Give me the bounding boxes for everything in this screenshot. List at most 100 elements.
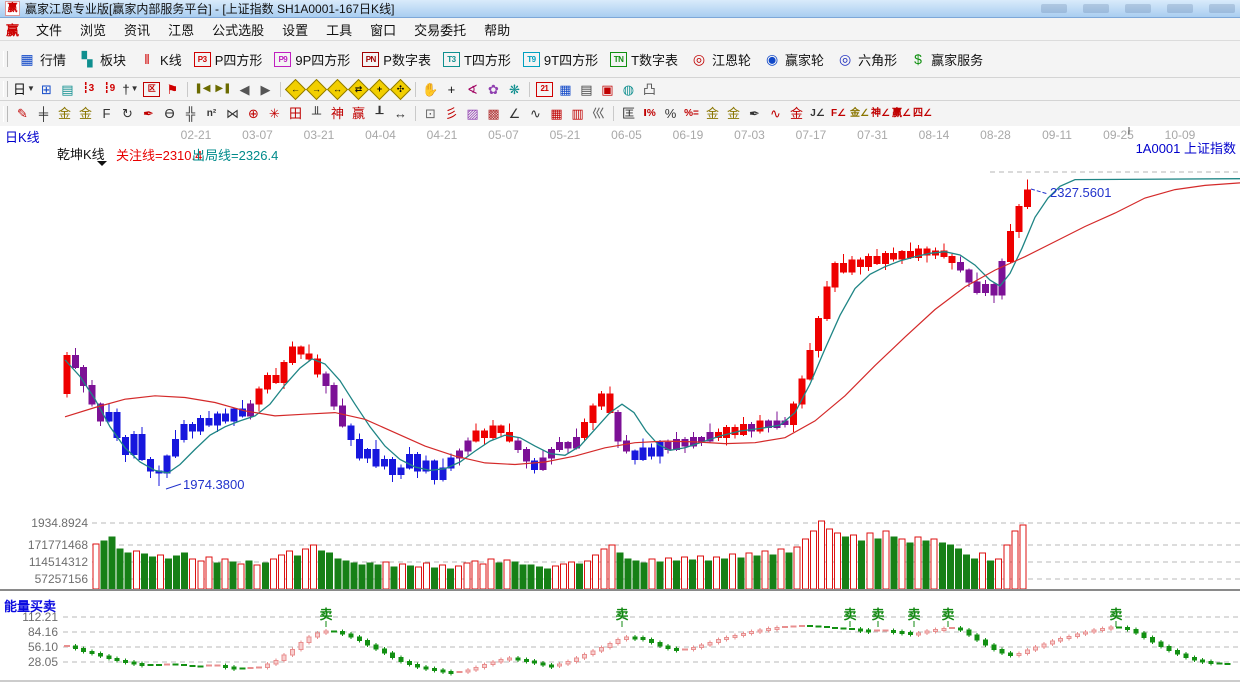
window-layout-icon[interactable]: ⊞ (37, 80, 56, 99)
menu-9[interactable]: 帮助 (475, 20, 519, 39)
quotes-button[interactable]: ▦行情 (12, 41, 72, 77)
winner-service-button[interactable]: $赢家服务 (903, 41, 989, 77)
shift-right-button[interactable]: → (307, 80, 326, 99)
zoom-all-button[interactable]: + (370, 80, 389, 99)
width-tool[interactable]: ↔ (391, 104, 410, 123)
purple-grid-tool[interactable]: ▨ (463, 104, 482, 123)
t-square-button[interactable]: T3T四方形 (437, 41, 517, 77)
fan-lines-tool[interactable]: 彡 (442, 104, 461, 123)
shift-left-button[interactable]: ← (286, 80, 305, 99)
titlebar-ghost-button[interactable] (1209, 4, 1235, 13)
winner-wheel-button[interactable]: ◉赢家轮 (757, 41, 830, 77)
red-grid2-tool[interactable]: ▥ (568, 104, 587, 123)
ying-angle-tool[interactable]: 赢∠ (892, 104, 911, 123)
hexagon-button[interactable]: ◎六角形 (830, 41, 903, 77)
note-list-icon[interactable]: ▤ (58, 80, 77, 99)
hatch-grid-tool[interactable]: ▩ (484, 104, 503, 123)
prev-bar-button[interactable]: ◀ (235, 80, 254, 99)
percent-tool[interactable]: % (661, 104, 680, 123)
kline-type-selector[interactable]: 乾坤K线 (57, 147, 105, 162)
chart-area[interactable]: 日K线 02-2103-0703-2104-0404-2105-0705-210… (0, 126, 1240, 686)
compress-x-button[interactable]: ⇄ (349, 80, 368, 99)
star-tool[interactable]: ❋ (505, 80, 524, 99)
menu-2[interactable]: 资讯 (115, 20, 159, 39)
kline-button[interactable]: ‖K线 (132, 41, 188, 77)
hand-tool[interactable]: ✋ (421, 80, 440, 99)
n-square-tool[interactable]: n² (202, 104, 221, 123)
calculator-icon[interactable]: ▦ (556, 80, 575, 99)
calendar-icon[interactable]: 21 (535, 80, 554, 99)
shen-tool[interactable]: 神 (328, 104, 347, 123)
titlebar-ghost-button[interactable] (1041, 4, 1067, 13)
crosshair-tool[interactable]: + (442, 80, 461, 99)
angle-lines-tool[interactable]: ∠ (505, 104, 524, 123)
pattern-box-icon[interactable]: 区 (142, 80, 161, 99)
f-angle-tool[interactable]: F∠ (829, 104, 848, 123)
print-icon[interactable]: 凸 (640, 80, 659, 99)
menu-5[interactable]: 设置 (273, 20, 317, 39)
mirror-tool[interactable]: ⋈ (223, 104, 242, 123)
bars-9-icon[interactable]: ┇9 (100, 80, 119, 99)
period-day-selector[interactable]: 日▼ (13, 80, 35, 99)
titlebar-ghost-button[interactable] (1125, 4, 1151, 13)
f-tool[interactable]: F (97, 104, 116, 123)
j-angle-tool[interactable]: J∠ (808, 104, 827, 123)
menu-4[interactable]: 公式选股 (203, 20, 273, 39)
gold-angle-tool[interactable]: 金∠ (850, 104, 869, 123)
titlebar-ghost-button[interactable] (1083, 4, 1109, 13)
globe-icon[interactable]: ◍ (619, 80, 638, 99)
trend-percent-tool[interactable]: Ⅰ% (640, 104, 659, 123)
angle-measure-tool[interactable]: ∢ (463, 80, 482, 99)
volume-series[interactable] (93, 521, 1026, 589)
last-bar-button[interactable]: ▶❚ (214, 80, 233, 99)
flag-icon[interactable]: ⚑ (163, 80, 182, 99)
titlebar-ghost-button[interactable] (1167, 4, 1193, 13)
candle-style-selector[interactable]: †▼ (121, 80, 140, 99)
bars-3-icon[interactable]: ┇3 (79, 80, 98, 99)
report-icon[interactable]: ▤ (577, 80, 596, 99)
gold-under-tool[interactable]: 金 (787, 104, 806, 123)
menu-8[interactable]: 交易委托 (405, 20, 475, 39)
pins-tool[interactable]: ╨ (307, 104, 326, 123)
percent-line-tool[interactable]: %= (682, 104, 701, 123)
chevron-down-icon[interactable] (97, 161, 107, 166)
expand-x-button[interactable]: ↔ (328, 80, 347, 99)
p-square-button[interactable]: P3P四方形 (188, 41, 269, 77)
menu-0[interactable]: 文件 (27, 20, 71, 39)
menu-7[interactable]: 窗口 (361, 20, 405, 39)
menu-6[interactable]: 工具 (317, 20, 361, 39)
si-angle-tool[interactable]: 四∠ (913, 104, 932, 123)
sectors-button[interactable]: ▚板块 (72, 41, 132, 77)
ying-tool[interactable]: 赢 (349, 104, 368, 123)
red-grid-tool[interactable]: ▦ (547, 104, 566, 123)
first-bar-button[interactable]: ❚◀ (193, 80, 212, 99)
t-number-table-button[interactable]: TNT数字表 (604, 41, 684, 77)
frame-tool[interactable]: ⊡ (421, 104, 440, 123)
wave-red-tool[interactable]: ∿ (766, 104, 785, 123)
hash-tool[interactable]: ╪ (34, 104, 53, 123)
gold-tool-1[interactable]: 金 (55, 104, 74, 123)
grid-cross-tool[interactable]: ╬ (181, 104, 200, 123)
save-icon[interactable]: ▣ (598, 80, 617, 99)
menu-1[interactable]: 浏览 (71, 20, 115, 39)
p-number-table-button[interactable]: PNP数字表 (356, 41, 437, 77)
gold-circle-tool[interactable]: 金 (703, 104, 722, 123)
fit-screen-button[interactable]: ✣ (391, 80, 410, 99)
gold-tool-2[interactable]: 金 (76, 104, 95, 123)
kline-chart[interactable]: 日K线 02-2103-0703-2104-0404-2105-0705-210… (0, 126, 1240, 686)
next-bar-button[interactable]: ▶ (256, 80, 275, 99)
fit-wave-tool[interactable]: ∿ (526, 104, 545, 123)
candlestick-series[interactable] (64, 180, 1030, 486)
menu-3[interactable]: 江恩 (159, 20, 203, 39)
circle-wave-tool[interactable]: Ɵ (160, 104, 179, 123)
p9-square-button[interactable]: P99P四方形 (268, 41, 356, 77)
flower-tool[interactable]: ✿ (484, 80, 503, 99)
radial-tool[interactable]: ✳ (265, 104, 284, 123)
shen-angle-tool[interactable]: 神∠ (871, 104, 890, 123)
gold-line-tool[interactable]: 金 (724, 104, 743, 123)
ruler-tool[interactable]: ┸ (370, 104, 389, 123)
t9-square-button[interactable]: T99T四方形 (517, 41, 604, 77)
target-tool[interactable]: ⊕ (244, 104, 263, 123)
web-box-tool[interactable]: 田 (286, 104, 305, 123)
energy-series[interactable] (64, 625, 1231, 675)
